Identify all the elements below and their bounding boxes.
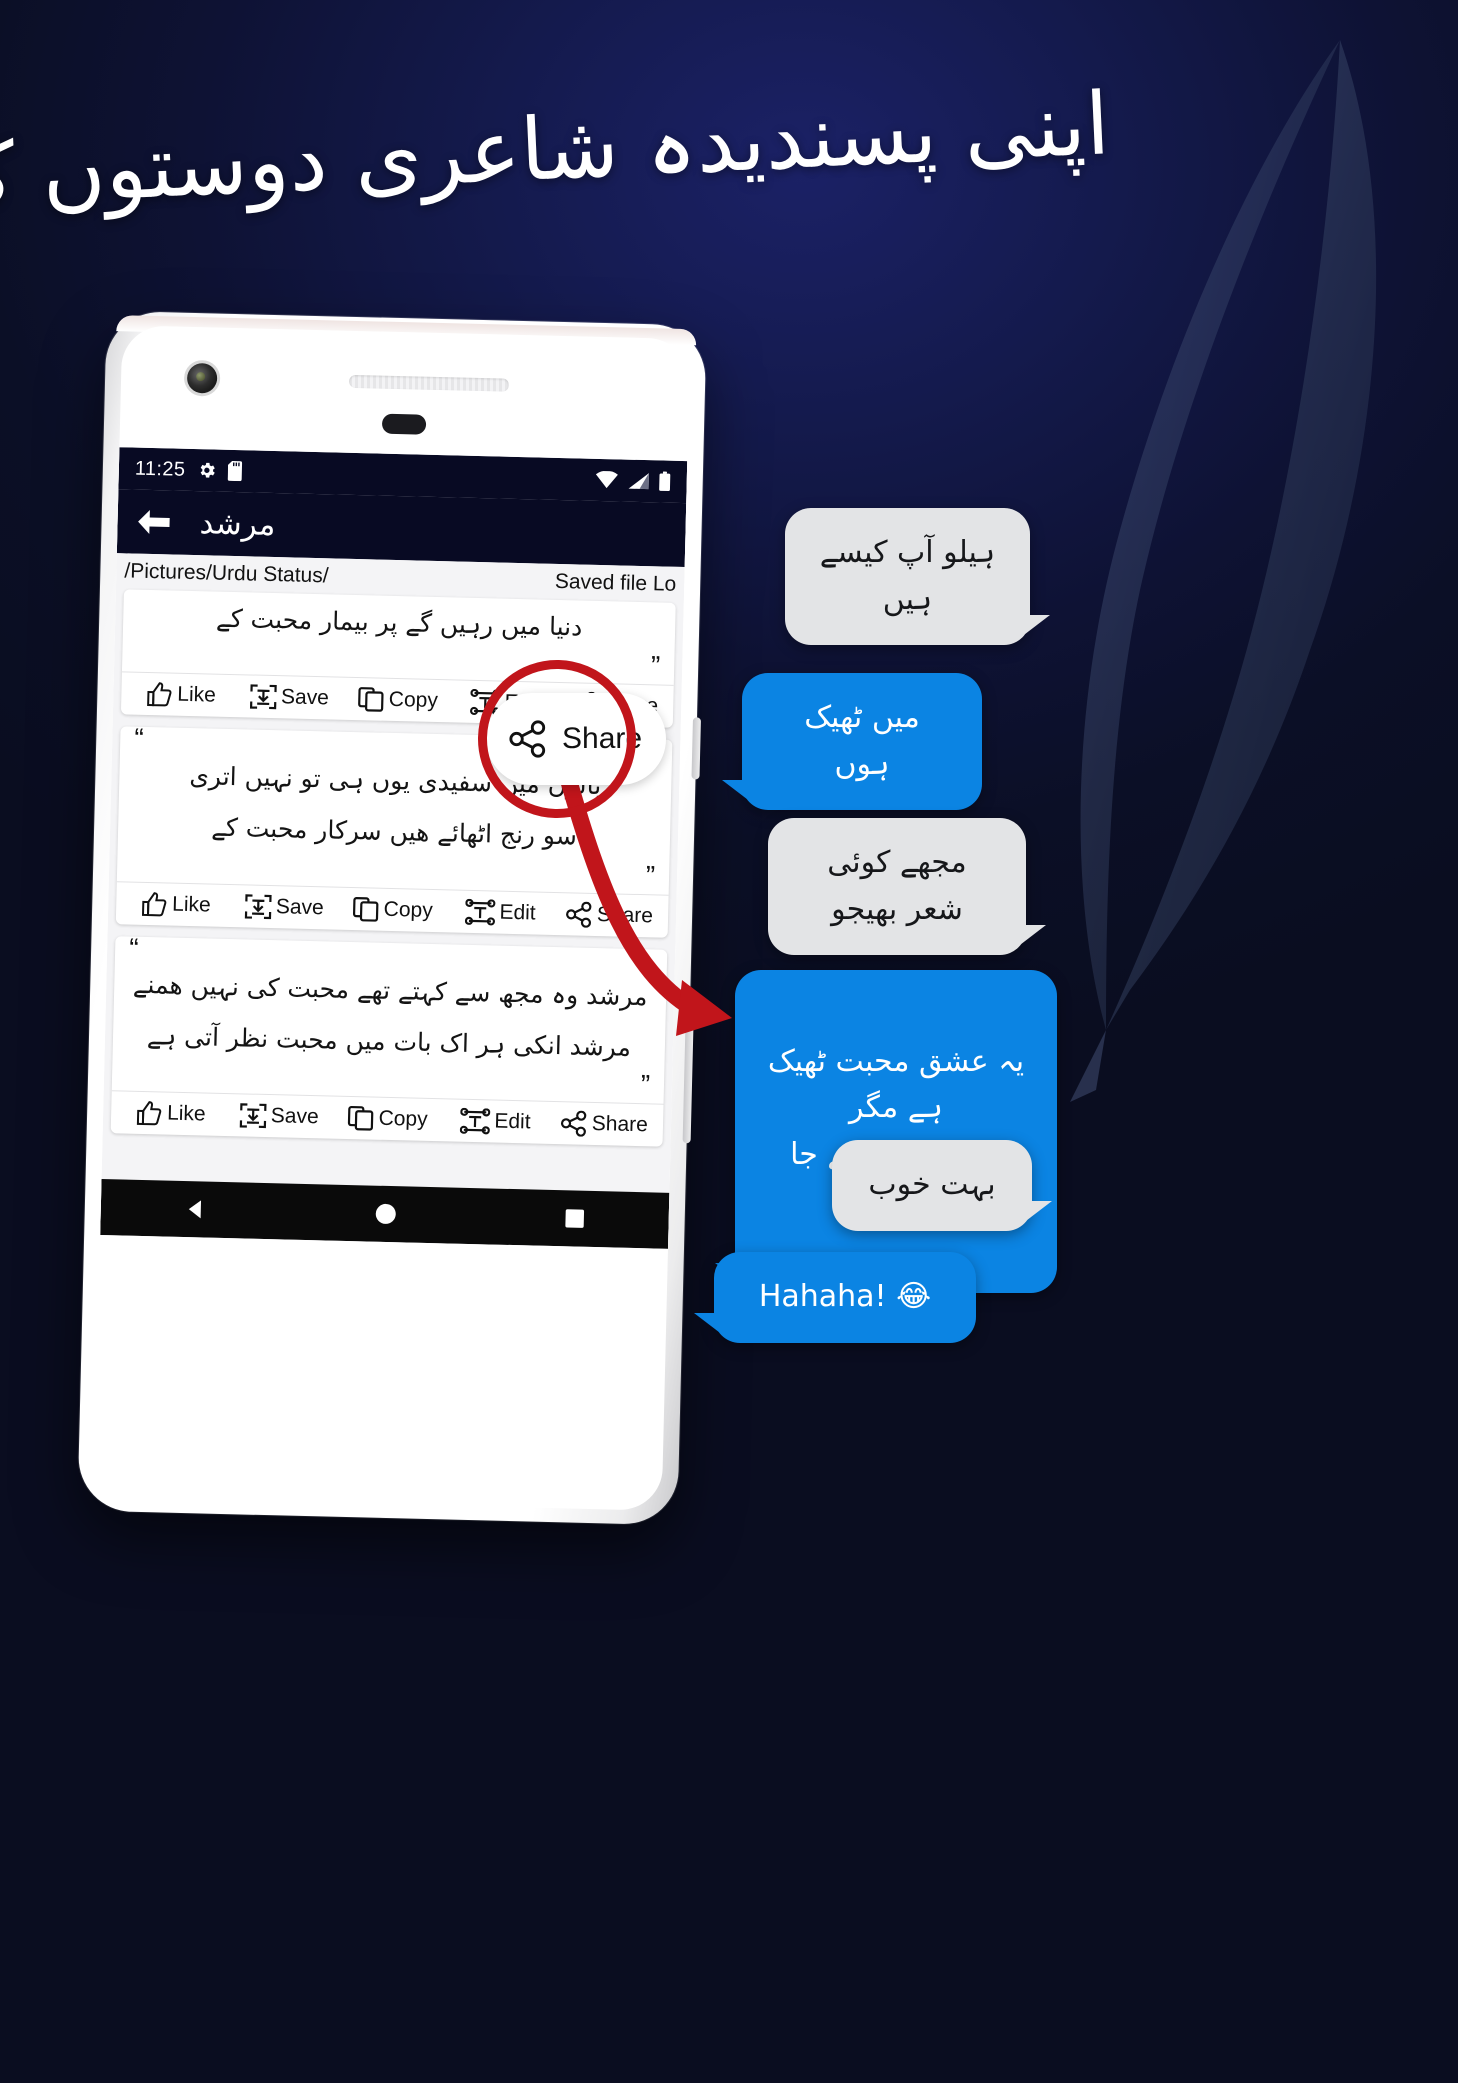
recents-square-icon[interactable] bbox=[563, 1207, 586, 1230]
chat-bubble-incoming: مجھے کوئی شعر بھیجو bbox=[768, 818, 1046, 955]
save-download-icon bbox=[239, 1103, 267, 1129]
edit-text-icon bbox=[460, 1108, 491, 1135]
save-download-icon bbox=[249, 684, 277, 710]
chat-bubble-text: ہیلو آپ کیسے ہیں bbox=[819, 535, 996, 617]
like-label: Like bbox=[177, 683, 217, 708]
copy-label: Copy bbox=[388, 688, 439, 713]
feather-decoration-icon bbox=[1070, 40, 1377, 1102]
earpiece-speaker bbox=[348, 374, 510, 392]
status-bar-clock: 11:25 bbox=[134, 457, 186, 481]
chat-bubble-text: Hahaha! 😂 bbox=[758, 1279, 932, 1314]
copy-button[interactable]: Copy bbox=[339, 896, 446, 925]
chat-bubble-outgoing: یہ عشق محبت ٹھیک ہے مگر تم تو جان بنتے ج… bbox=[715, 970, 1057, 1293]
status-bar-left: 11:25 bbox=[135, 457, 244, 483]
page-title: اپنی پسندیدہ شاعری دوستوں کو بھیجیں bbox=[0, 74, 1112, 239]
sd-card-icon bbox=[227, 460, 242, 482]
poster-canvas: اپنی پسندیدہ شاعری دوستوں کو بھیجیں 11:2… bbox=[0, 0, 1458, 2083]
edit-label: Edit bbox=[494, 1109, 531, 1134]
battery-icon bbox=[659, 471, 671, 492]
thumbs-up-icon bbox=[141, 892, 167, 917]
bubble-tail bbox=[694, 1312, 728, 1339]
app-title: مرشد bbox=[199, 505, 276, 544]
front-camera-icon bbox=[186, 362, 218, 394]
annotation-arrow-icon bbox=[560, 770, 732, 1036]
save-download-icon bbox=[244, 894, 272, 920]
copy-icon bbox=[347, 1106, 373, 1132]
share-nodes-icon bbox=[560, 1110, 587, 1138]
status-bar-right bbox=[595, 470, 671, 492]
chat-bubble-outgoing: Hahaha! 😂 bbox=[694, 1252, 976, 1343]
like-label: Like bbox=[171, 892, 212, 917]
save-button[interactable]: Save bbox=[230, 893, 337, 922]
back-triangle-icon[interactable] bbox=[184, 1197, 209, 1222]
thumbs-up-icon bbox=[136, 1101, 162, 1126]
like-button[interactable]: Like bbox=[117, 1100, 224, 1129]
save-button[interactable]: Save bbox=[235, 684, 342, 713]
copy-label: Copy bbox=[378, 1107, 428, 1132]
save-label: Save bbox=[280, 685, 330, 710]
bubble-tail bbox=[1016, 615, 1050, 641]
chat-bubble-incoming: بہت خوب bbox=[832, 1140, 1052, 1231]
save-button[interactable]: Save bbox=[225, 1102, 332, 1131]
wifi-icon bbox=[595, 470, 618, 489]
chat-bubble-text: میں ٹھیک ہوں bbox=[804, 700, 920, 782]
save-label: Save bbox=[275, 895, 325, 920]
chat-bubble-text: مجھے کوئی شعر بھیجو bbox=[827, 845, 967, 927]
edit-button[interactable]: Edit bbox=[447, 898, 554, 927]
share-label: Share bbox=[591, 1112, 649, 1137]
edit-button[interactable]: Edit bbox=[442, 1108, 549, 1137]
share-button[interactable]: Share bbox=[550, 1110, 657, 1139]
saved-file-label: Saved file Lo bbox=[554, 569, 677, 596]
chat-bubble-text: بہت خوب bbox=[868, 1167, 996, 1202]
bubble-tail bbox=[1018, 1200, 1052, 1227]
copy-label: Copy bbox=[383, 897, 434, 922]
proximity-sensor bbox=[381, 413, 427, 435]
copy-icon bbox=[352, 896, 378, 922]
edit-label: Edit bbox=[499, 900, 536, 925]
gear-icon bbox=[200, 462, 215, 478]
like-label: Like bbox=[166, 1101, 206, 1126]
cellular-signal-icon bbox=[628, 473, 649, 490]
home-circle-icon[interactable] bbox=[373, 1202, 398, 1227]
like-button[interactable]: Like bbox=[122, 890, 229, 919]
saved-file-path: /Pictures/Urdu Status/ bbox=[124, 559, 329, 588]
bubble-tail bbox=[1012, 925, 1046, 951]
copy-button[interactable]: Copy bbox=[334, 1105, 441, 1134]
save-label: Save bbox=[270, 1104, 319, 1129]
chat-bubble-incoming: ہیلو آپ کیسے ہیں bbox=[785, 508, 1050, 645]
copy-button[interactable]: Copy bbox=[344, 686, 451, 715]
back-arrow-icon[interactable] bbox=[135, 508, 172, 537]
chat-bubble-outgoing: میں ٹھیک ہوں bbox=[722, 673, 982, 810]
thumbs-up-icon bbox=[147, 682, 172, 707]
edit-text-icon bbox=[465, 898, 496, 926]
android-navigation-bar[interactable] bbox=[100, 1178, 670, 1249]
like-button[interactable]: Like bbox=[127, 681, 234, 710]
copy-icon bbox=[357, 687, 384, 713]
